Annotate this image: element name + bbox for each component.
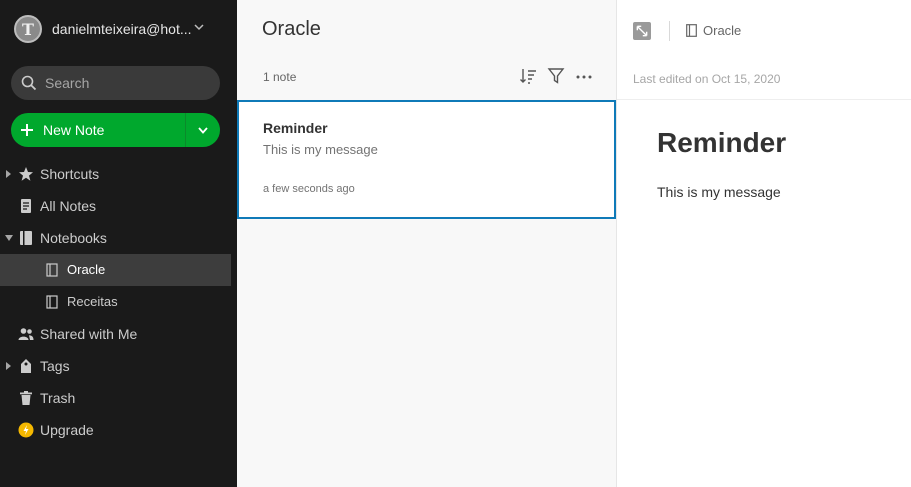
- editor-divider: [617, 99, 911, 100]
- star-icon: [19, 167, 33, 181]
- plus-icon: [21, 124, 33, 136]
- avatar[interactable]: T: [14, 15, 42, 43]
- sidebar-item-label: Notebooks: [40, 230, 107, 246]
- last-edited-text: Last edited on Oct 15, 2020: [633, 72, 781, 86]
- note-icon: [21, 199, 31, 213]
- caret-right-icon[interactable]: [5, 361, 13, 371]
- sidebar-item-shared[interactable]: Shared with Me: [0, 318, 237, 350]
- sidebar-item-label: Trash: [40, 390, 76, 406]
- caret-down-icon[interactable]: [4, 234, 14, 242]
- upgrade-icon: [18, 422, 34, 438]
- toolbar-divider: [669, 21, 670, 41]
- sidebar-item-receitas[interactable]: Receitas: [0, 286, 237, 318]
- editor-note-title[interactable]: Reminder: [657, 127, 786, 159]
- filter-icon: [547, 68, 565, 84]
- new-note-button-group: New Note: [11, 113, 220, 147]
- sidebar-item-tags[interactable]: Tags: [0, 350, 237, 382]
- more-horizontal-icon: [576, 75, 592, 79]
- account-name[interactable]: danielmteixeira@hot...: [52, 21, 192, 37]
- sidebar-item-label: Tags: [40, 358, 70, 374]
- filter-button[interactable]: [547, 67, 565, 85]
- new-note-label: New Note: [43, 122, 105, 138]
- more-options-button[interactable]: [575, 67, 593, 85]
- notebook-title: Oracle: [262, 18, 321, 40]
- sidebar-item-label: Shortcuts: [40, 166, 100, 182]
- sidebar-item-trash[interactable]: Trash: [0, 382, 237, 414]
- sidebar-nav: Shortcuts All Notes Notebooks Oracle Rec…: [0, 158, 237, 446]
- notebook-icon: [46, 263, 58, 277]
- sort-icon: [520, 69, 536, 84]
- note-card-title: Reminder: [263, 120, 328, 136]
- editor-notebook-name: Oracle: [703, 23, 742, 38]
- search-box[interactable]: [11, 66, 220, 100]
- sidebar-item-notebooks[interactable]: Notebooks: [0, 222, 237, 254]
- sort-button[interactable]: [519, 67, 537, 85]
- sidebar-item-label: Receitas: [67, 294, 118, 309]
- sidebar-item-label: Upgrade: [40, 422, 94, 438]
- editor-note-body[interactable]: This is my message: [657, 184, 781, 200]
- sidebar-item-label: Shared with Me: [40, 326, 138, 342]
- note-card[interactable]: Reminder This is my message a few second…: [237, 100, 616, 219]
- note-count: 1 note: [263, 70, 297, 84]
- new-note-dropdown-button[interactable]: [186, 113, 220, 147]
- editor-notebook-link[interactable]: Oracle: [686, 23, 741, 38]
- note-editor: Oracle Last edited on Oct 15, 2020 Remin…: [617, 0, 911, 487]
- sidebar-item-label: All Notes: [40, 198, 97, 214]
- note-card-timestamp: a few seconds ago: [263, 183, 355, 195]
- chevron-down-icon: [198, 127, 208, 134]
- sidebar-item-all-notes[interactable]: All Notes: [0, 190, 237, 222]
- people-icon: [18, 328, 34, 340]
- expand-note-button[interactable]: [633, 22, 651, 40]
- sidebar-item-upgrade[interactable]: Upgrade: [0, 414, 237, 446]
- notebook-icon: [686, 24, 697, 37]
- caret-right-icon[interactable]: [5, 169, 13, 179]
- notebook-icon: [46, 295, 58, 309]
- notebook-icon: [20, 231, 32, 245]
- sidebar-item-label: Oracle: [67, 262, 106, 277]
- sidebar-item-shortcuts[interactable]: Shortcuts: [0, 158, 237, 190]
- expand-icon: [636, 25, 648, 37]
- sidebar-item-oracle[interactable]: Oracle: [0, 254, 231, 286]
- new-note-button[interactable]: New Note: [11, 113, 186, 147]
- search-icon: [21, 75, 37, 91]
- note-list-panel: Oracle 1 note Reminder This is my messag…: [237, 0, 617, 487]
- chevron-down-icon[interactable]: [192, 20, 206, 34]
- note-card-snippet: This is my message: [263, 142, 378, 157]
- account-switcher[interactable]: T danielmteixeira@hot...: [14, 14, 214, 44]
- sidebar: T danielmteixeira@hot... New Note Shortc…: [0, 0, 237, 487]
- search-input[interactable]: [45, 75, 205, 91]
- trash-icon: [20, 391, 32, 405]
- list-toolbar: [519, 67, 593, 85]
- tag-icon: [21, 359, 31, 373]
